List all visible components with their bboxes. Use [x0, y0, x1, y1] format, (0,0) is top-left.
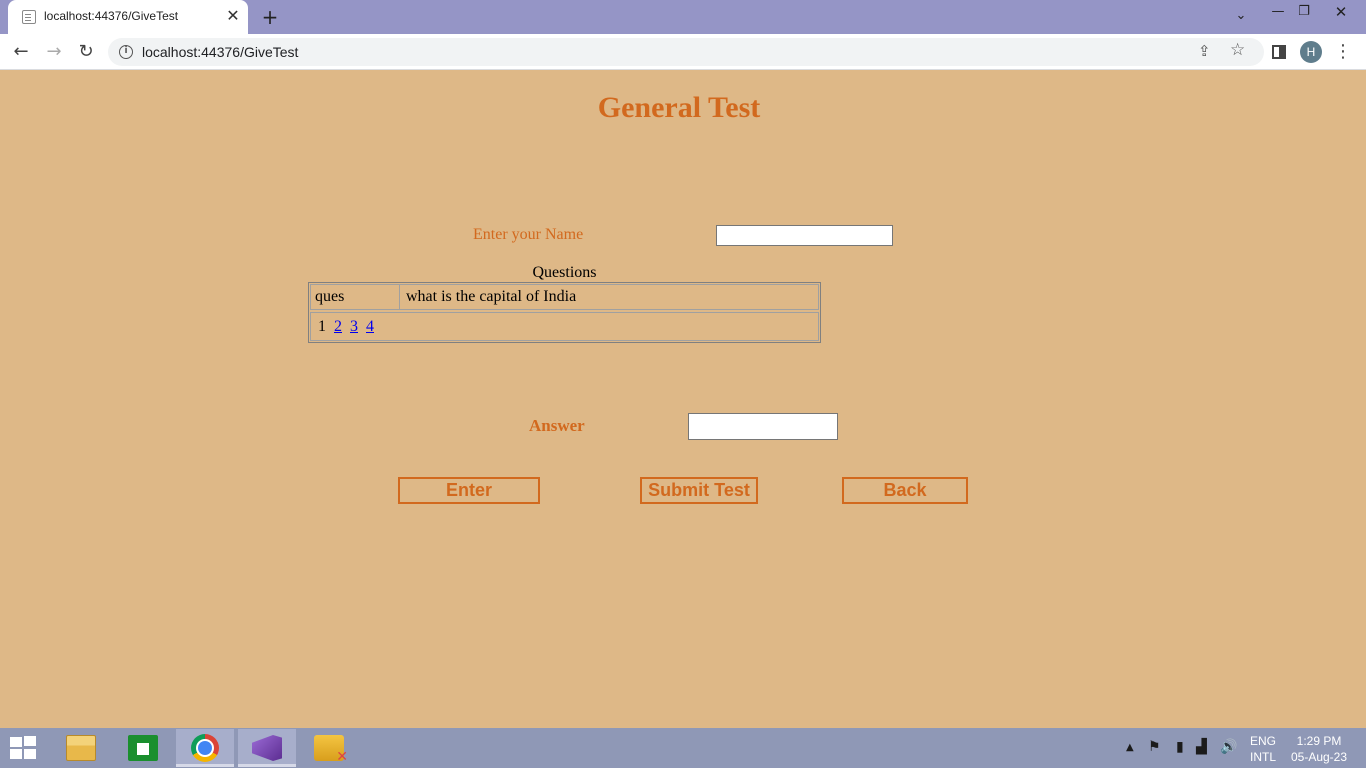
question-key-cell: ques [311, 285, 400, 309]
address-bar[interactable]: i localhost:44376/GiveTest ⇪ ☆ [108, 38, 1264, 66]
show-hidden-icons-icon[interactable]: ▲ [1126, 742, 1134, 753]
start-button[interactable] [10, 736, 38, 760]
window-close-button[interactable]: ✕ [1330, 2, 1352, 22]
action-center-flag-icon[interactable]: ⚑ [1148, 739, 1161, 755]
tab-title: localhost:44376/GiveTest [44, 9, 179, 23]
windows-taskbar: ▲ ⚑ ▮ ▟ 🔊 ENG INTL 1:29 PM 05-Aug-23 [0, 728, 1366, 768]
address-url[interactable]: localhost:44376/GiveTest [142, 44, 298, 60]
battery-icon[interactable]: ▮ [1176, 739, 1184, 755]
taskbar-chrome[interactable] [176, 729, 234, 767]
language-indicator[interactable]: ENG INTL [1248, 733, 1278, 765]
new-tab-button[interactable]: + [258, 5, 282, 29]
start-logo-pane [10, 749, 22, 759]
pager-link-2[interactable]: 2 [334, 318, 342, 335]
reload-button[interactable]: ↻ [74, 40, 98, 64]
start-logo-pane [24, 749, 36, 759]
answer-label: Answer [529, 416, 585, 435]
questions-table: ques what is the capital of India 1 2 3 … [308, 282, 821, 343]
taskbar-store[interactable] [114, 729, 172, 767]
table-row: ques what is the capital of India [310, 284, 819, 310]
window-minimize-button[interactable]: — [1268, 2, 1288, 22]
forward-button[interactable]: → [42, 40, 66, 64]
window-restore-button[interactable]: ❐ [1294, 2, 1314, 22]
chrome-icon [191, 734, 219, 762]
browser-menu-icon[interactable]: ⋮ [1334, 40, 1352, 64]
clock-time: 1:29 PM [1296, 734, 1342, 748]
pager-link-4[interactable]: 4 [366, 318, 374, 335]
store-icon [128, 735, 158, 761]
browser-toolbar: ← → ↻ i localhost:44376/GiveTest ⇪ ☆ H ⋮ [0, 34, 1366, 70]
profile-avatar[interactable]: H [1300, 41, 1322, 63]
clock-date: 05-Aug-23 [1290, 750, 1348, 764]
network-icon[interactable]: ▟ [1196, 739, 1207, 755]
question-text-cell: what is the capital of India [406, 288, 577, 305]
name-label: Enter your Name [473, 226, 584, 243]
browser-tab-strip: localhost:44376/GiveTest ✕ + ⌄ — ❐ ✕ [0, 0, 1366, 34]
share-icon[interactable]: ⇪ [1198, 42, 1211, 60]
start-logo-pane [24, 736, 36, 746]
start-logo-pane [10, 737, 22, 747]
system-clock[interactable]: 1:29 PM 05-Aug-23 [1288, 733, 1350, 765]
taskbar-database-tool[interactable] [300, 729, 358, 767]
side-panel-icon[interactable] [1272, 45, 1286, 59]
page-title: General Test [597, 91, 761, 124]
questions-caption: Questions [532, 264, 597, 281]
language-code: ENG [1249, 734, 1276, 748]
name-input[interactable] [716, 225, 893, 246]
volume-icon[interactable]: 🔊 [1220, 739, 1237, 755]
back-button[interactable]: ← [9, 40, 33, 64]
page-body: General Test Enter your Name Questions q… [0, 71, 1366, 728]
site-info-icon[interactable]: i [119, 45, 133, 59]
keyboard-layout: INTL [1249, 750, 1276, 764]
database-tool-icon [314, 735, 348, 765]
page-favicon-icon [22, 10, 36, 24]
taskbar-file-explorer[interactable] [52, 729, 110, 767]
pager-current-page: 1 [318, 318, 326, 335]
pager-link-3[interactable]: 3 [350, 318, 358, 335]
question-pager: 1 2 3 4 [310, 312, 819, 341]
tab-close-icon[interactable]: ✕ [224, 7, 242, 25]
submit-test-button[interactable]: Submit Test [640, 477, 758, 504]
taskbar-visual-studio[interactable] [238, 729, 296, 767]
bookmark-star-icon[interactable]: ☆ [1230, 40, 1245, 60]
tab-search-dropdown-icon[interactable]: ⌄ [1230, 6, 1252, 26]
answer-input[interactable] [688, 413, 838, 440]
browser-tab[interactable]: localhost:44376/GiveTest ✕ [8, 0, 248, 34]
file-explorer-icon [66, 735, 96, 761]
enter-button[interactable]: Enter [398, 477, 540, 504]
back-page-button[interactable]: Back [842, 477, 968, 504]
visual-studio-icon [252, 735, 282, 761]
